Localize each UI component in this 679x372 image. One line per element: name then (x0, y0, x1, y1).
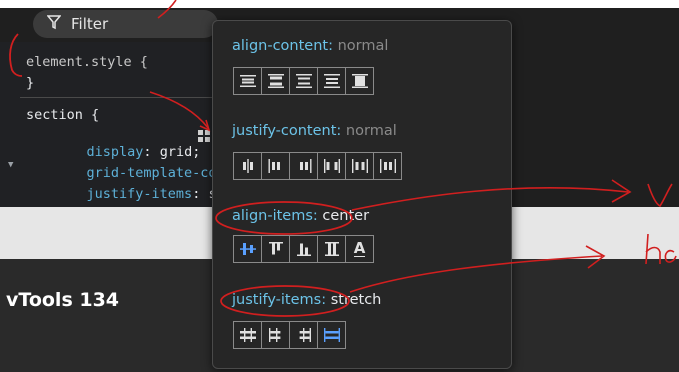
page-heading: vTools 134 (6, 289, 120, 311)
property-name: align-items (232, 208, 313, 224)
align-content-space-between-icon[interactable] (261, 67, 290, 95)
justify-items-label: justify-items: stretch (232, 292, 382, 308)
align-items-label: align-items: center (232, 208, 370, 224)
element-style-selector[interactable]: element.style { (26, 54, 148, 70)
property-name: justify-items (232, 292, 322, 308)
justify-content-flex-start-icon[interactable] (261, 152, 290, 180)
justify-content-buttons (233, 152, 402, 180)
align-content-center-icon[interactable] (233, 67, 262, 95)
justify-items-stretch-icon[interactable] (317, 321, 346, 349)
filter-label: Filter (71, 15, 109, 33)
align-content-buttons (233, 67, 374, 95)
baseline-glyph: A (353, 239, 366, 257)
style-rule-align-items[interactable]: align-items: cer (54, 191, 212, 207)
justify-content-center-icon[interactable] (233, 152, 262, 180)
styles-pane: element.style { } section { display: gri… (0, 42, 212, 207)
align-items-stretch-icon[interactable] (317, 235, 346, 263)
filter-funnel-icon (46, 14, 62, 34)
flexbox-grid-editor-popup: align-content: normal justify-content: n… (212, 20, 512, 369)
justify-content-label: justify-content: normal (232, 123, 397, 139)
align-content-space-around-icon[interactable] (289, 67, 318, 95)
align-content-label: align-content: normal (232, 38, 389, 54)
justify-items-buttons (233, 321, 346, 349)
right-panel-strip (510, 42, 679, 207)
grid-editor-icon[interactable] (198, 130, 211, 147)
justify-items-center-icon[interactable] (233, 321, 262, 349)
collapse-triangle-icon[interactable]: ▼ (8, 160, 13, 170)
align-items-buttons: A (233, 235, 374, 263)
justify-content-space-between-icon[interactable] (317, 152, 346, 180)
property-value: normal (337, 38, 389, 54)
align-content-stretch-icon[interactable] (345, 67, 374, 95)
justify-content-space-around-icon[interactable] (345, 152, 374, 180)
property-value: center (322, 208, 370, 224)
property-value: normal (345, 123, 397, 139)
property-name: justify-content (232, 123, 337, 139)
property-value: stretch (330, 292, 382, 308)
align-items-center-icon[interactable] (233, 235, 262, 263)
justify-items-start-icon[interactable] (261, 321, 290, 349)
align-items-baseline-icon[interactable]: A (345, 235, 374, 263)
section-selector[interactable]: section { (26, 107, 99, 123)
align-items-flex-start-icon[interactable] (261, 235, 290, 263)
justify-content-flex-end-icon[interactable] (289, 152, 318, 180)
filter-input[interactable]: Filter (33, 10, 218, 38)
justify-items-end-icon[interactable] (289, 321, 318, 349)
property-name: align-content (232, 38, 329, 54)
align-items-flex-end-icon[interactable] (289, 235, 318, 263)
justify-content-space-evenly-icon[interactable] (373, 152, 402, 180)
align-content-space-evenly-icon[interactable] (317, 67, 346, 95)
rule-divider (20, 97, 212, 98)
element-style-close: } (26, 75, 35, 91)
